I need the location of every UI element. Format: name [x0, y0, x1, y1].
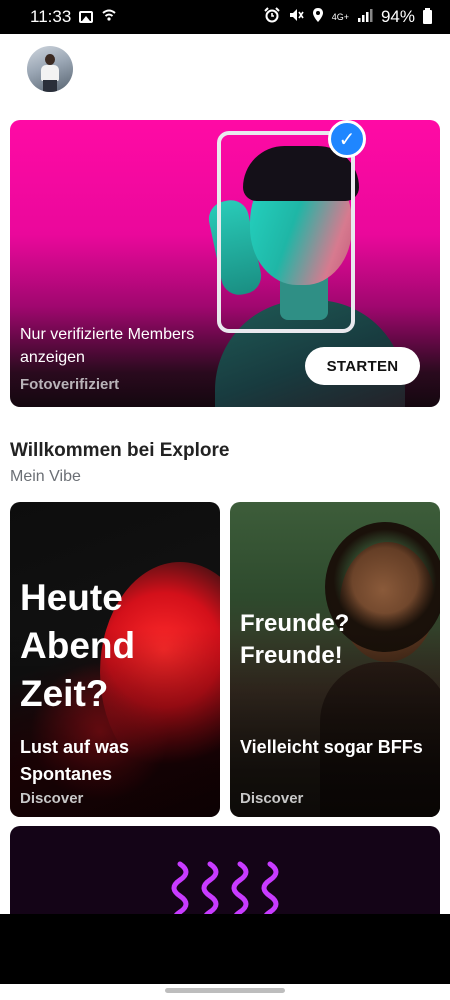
status-time: 11:33 — [30, 7, 72, 26]
section-title: Willkommen bei Explore — [10, 440, 230, 461]
avatar-person-head — [45, 54, 55, 65]
verify-card-subtext: Fotoverifiziert — [20, 376, 120, 393]
battery-percent: 94% — [380, 7, 415, 26]
gesture-area — [0, 984, 450, 1000]
alarm-icon — [263, 6, 280, 28]
battery-icon — [423, 8, 432, 24]
starten-button[interactable]: STARTEN — [305, 347, 420, 385]
tile-caption: Lust auf was Spontanes — [20, 737, 130, 784]
wifi-call-icon — [101, 7, 117, 27]
verified-check-icon: ✓ — [328, 120, 366, 158]
mute-icon — [288, 7, 304, 28]
signal-icon — [357, 7, 373, 27]
status-bar: 11:33 4G+ 94% — [0, 0, 450, 34]
explore-tile-heute-abend[interactable]: Heute Abend Zeit? Lust auf was Spontanes… — [10, 502, 220, 817]
status-left: 11:33 — [30, 7, 117, 27]
neon-squiggle-graphic — [171, 861, 279, 914]
verify-card-text: Nur verifizierte Members anzeigen — [20, 326, 195, 366]
section-subtitle: Mein Vibe — [10, 468, 81, 485]
explore-screen: ✓ Nur verifizierte Members anzeigen Foto… — [0, 34, 450, 914]
avatar-person-legs — [43, 80, 57, 92]
explore-tile-neon[interactable] — [10, 826, 440, 914]
tile-category: Discover — [240, 790, 304, 807]
tile-headline: Freunde? Freunde! — [240, 610, 350, 669]
network-type: 4G+ — [331, 11, 349, 22]
verification-frame — [217, 131, 355, 333]
profile-avatar[interactable] — [27, 46, 73, 92]
photo-verified-card[interactable]: ✓ Nur verifizierte Members anzeigen Foto… — [10, 120, 440, 407]
tile-headline: Heute Abend Zeit? — [20, 577, 136, 714]
home-gesture-bar[interactable] — [165, 988, 285, 993]
explore-tile-freunde[interactable]: Freunde? Freunde! Vielleicht sogar BFFs … — [230, 502, 440, 817]
status-right: 4G+ 94% — [263, 6, 432, 28]
image-notification-icon — [79, 11, 94, 23]
location-icon — [312, 7, 324, 28]
tile-category: Discover — [20, 790, 84, 807]
avatar-person-torso — [41, 65, 59, 81]
tile-caption: Vielleicht sogar BFFs — [240, 737, 423, 757]
